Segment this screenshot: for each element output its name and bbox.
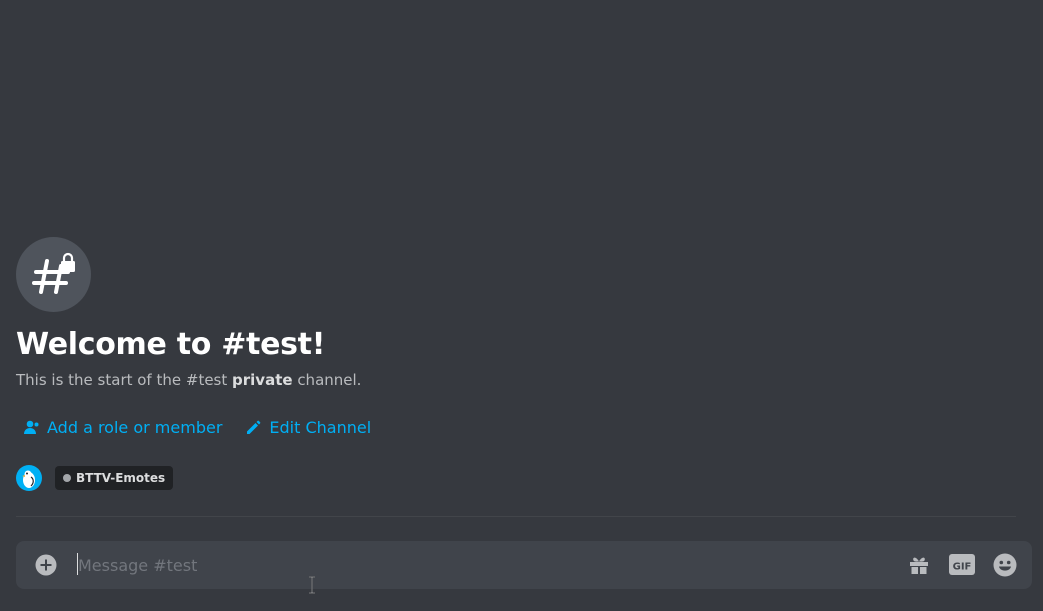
desc-prefix: This is the start of the #test [16,371,233,389]
emoji-icon [993,553,1017,577]
emoji-button[interactable] [993,553,1017,577]
edit-channel-button[interactable]: Edit Channel [244,418,371,438]
gift-icon [910,557,928,574]
add-role-or-member-button[interactable]: Add a role or member [22,418,222,438]
channel-welcome: Welcome to #test! This is the start of t… [16,237,1016,491]
hashtag-lock-icon [16,237,91,312]
bot-avatar[interactable] [16,465,42,491]
integration-pill-label: BTTV-Emotes [76,471,166,485]
welcome-description: This is the start of the #test private c… [16,370,1016,390]
chat-view: Welcome to #test! This is the start of t… [0,0,1043,611]
message-input[interactable] [76,541,876,589]
text-cursor-icon [309,576,315,594]
divider [16,516,1016,517]
svg-text:GIF: GIF [953,562,972,573]
welcome-title: Welcome to #test! [16,327,326,362]
pencil-icon [244,419,262,437]
gif-icon: GIF [949,554,975,575]
text-caret [77,553,78,575]
add-role-label: Add a role or member [47,418,223,437]
edit-channel-label: Edit Channel [269,418,372,437]
add-member-icon [22,419,40,437]
channel-integrations: BTTV-Emotes [16,465,174,491]
gift-button[interactable] [907,553,931,577]
gif-button[interactable]: GIF [949,553,975,577]
desc-suffix: channel. [292,371,362,389]
desc-private: private [232,371,293,389]
status-dot [63,474,71,482]
integration-pill[interactable]: BTTV-Emotes [55,466,174,490]
upload-button[interactable] [35,554,57,576]
message-composer: GIF [16,541,1032,589]
welcome-actions: Add a role or member Edit Channel [22,418,393,438]
plus-circle-icon [35,554,57,576]
